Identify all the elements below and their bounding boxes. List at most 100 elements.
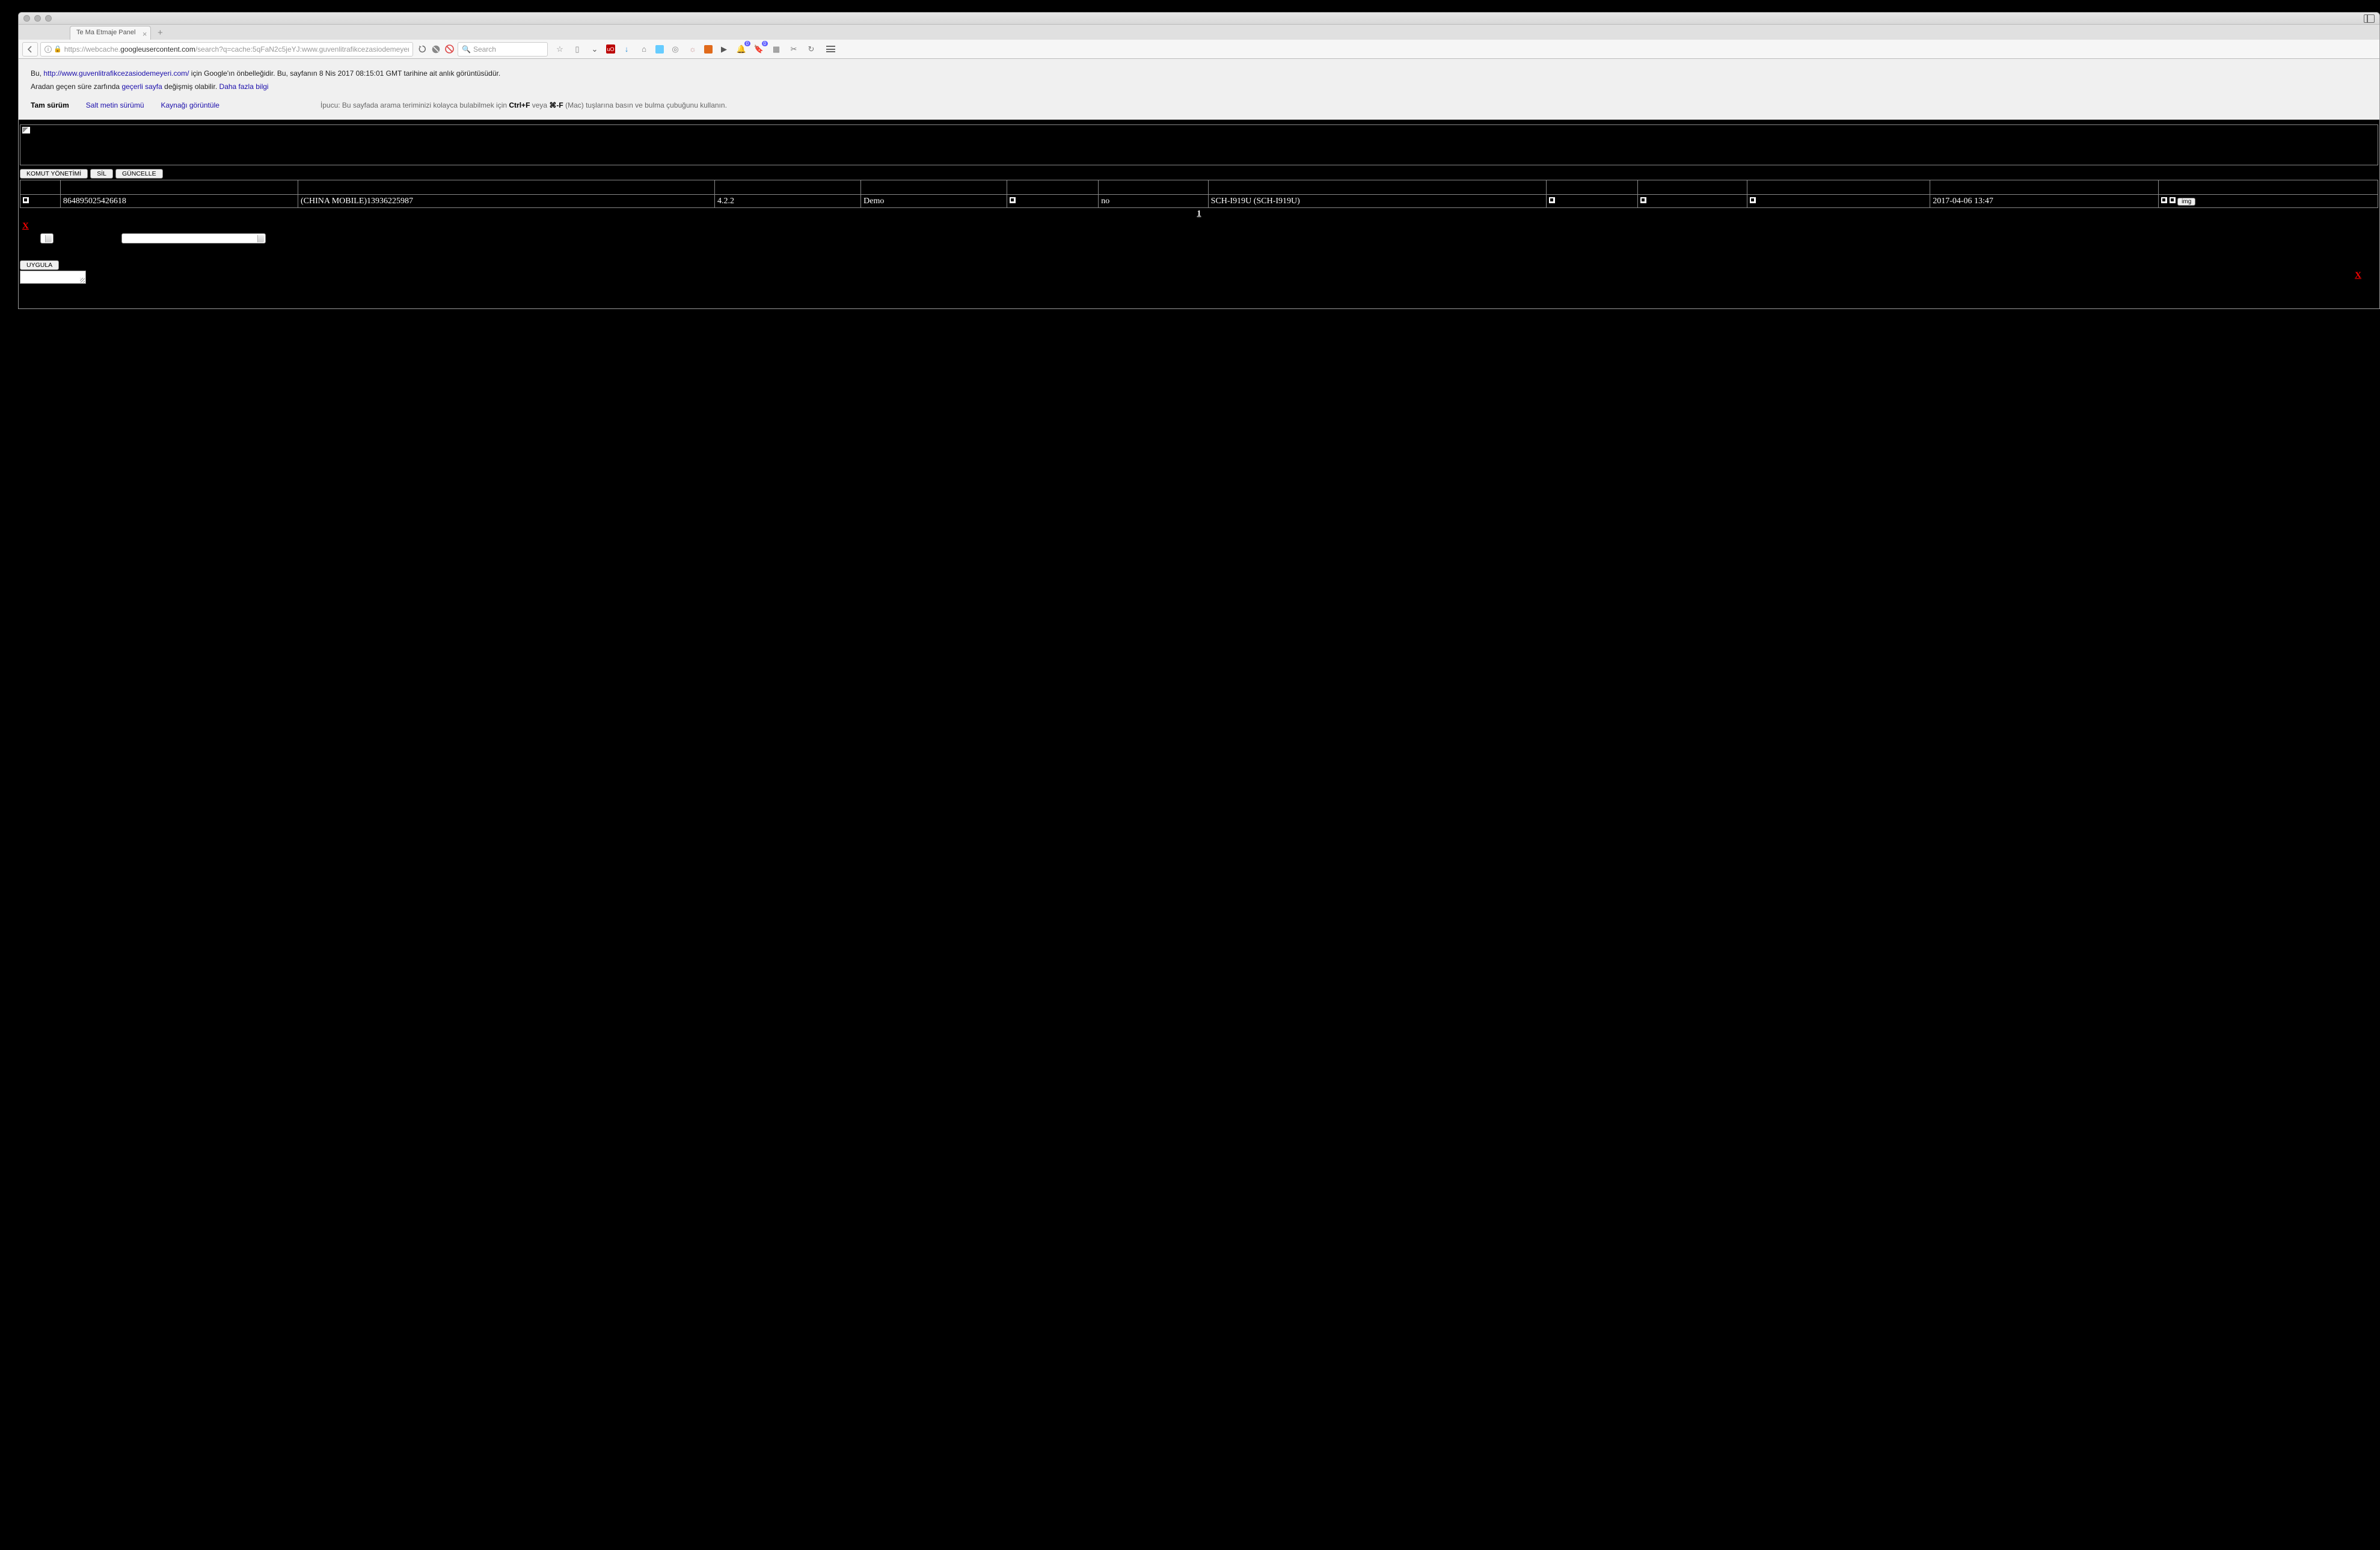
ext-grid-icon[interactable]: ▦ <box>770 43 782 55</box>
col-flag <box>1099 180 1208 195</box>
cache-tip-suffix: (Mac) tuşlarına basın ve bulma çubuğunu … <box>563 101 727 109</box>
pager[interactable]: 1 <box>19 208 2379 220</box>
uygula-button[interactable]: UYGULA <box>20 260 59 270</box>
row-id: 864895025426618 <box>60 195 298 208</box>
browser-tab[interactable]: Te Ma Etmaje Panel × <box>70 26 151 40</box>
url-path: /search?q=cache:5qFaN2c5jeYJ:www.guvenli… <box>195 45 409 54</box>
action-button-row: KOMUT YÖNETİMİ SİL GÜNCELLE <box>20 169 2378 179</box>
toolbar: i 🔒 https://webcache.googleusercontent.c… <box>19 40 2379 59</box>
cache-line1-prefix: Bu, <box>31 69 43 78</box>
cache-line2-prefix: Aradan geçen süre zarfında <box>31 82 121 91</box>
reload-button[interactable] <box>416 43 429 56</box>
select-large[interactable] <box>121 233 266 244</box>
apply-row: UYGULA <box>20 260 2378 270</box>
page-body: KOMUT YÖNETİMİ SİL GÜNCELLE <box>19 120 2379 308</box>
ext-shell-icon[interactable]: ◎ <box>669 43 681 55</box>
star-icon[interactable]: ☆ <box>554 43 566 55</box>
toolbar-right-icons: ☆ ▯ ⌄ uO ↓ ⌂ ◎ ☼ ▶ 🔔 🔖 ▦ ✂ ↻ <box>554 43 835 55</box>
table-row: 864895025426618 (CHINA MOBILE)1393622598… <box>20 195 2378 208</box>
col-id <box>60 180 298 195</box>
row-phone: (CHINA MOBILE)13936225987 <box>298 195 714 208</box>
ext-tag-icon[interactable]: 🔖 <box>753 43 765 55</box>
row-name: Demo <box>861 195 1007 208</box>
url-prefix: https://webcache. <box>64 45 120 54</box>
noscript-icon[interactable] <box>431 44 441 54</box>
cache-more-info-link[interactable]: Daha fazla bilgi <box>219 82 269 91</box>
row-status1-cell <box>1007 195 1099 208</box>
ext-sun-icon[interactable]: ☼ <box>687 43 699 55</box>
url-domain: googleusercontent.com <box>120 45 195 54</box>
status-indicator-icon <box>1010 197 1016 203</box>
row-checkbox-cell <box>20 195 61 208</box>
col-model <box>1208 180 1546 195</box>
menu-button[interactable] <box>826 46 835 52</box>
row-status3-cell <box>1637 195 1747 208</box>
row-checkbox[interactable] <box>23 197 29 203</box>
cache-line2-mid: değişmiş olabilir. <box>162 82 219 91</box>
minimize-window-icon[interactable] <box>34 15 41 22</box>
tab-bar: Te Ma Etmaje Panel × + <box>19 25 2379 40</box>
maximize-window-icon[interactable] <box>45 15 52 22</box>
window-controls <box>23 15 52 22</box>
tab-title: Te Ma Etmaje Panel <box>76 29 135 36</box>
ext-play-icon[interactable]: ▶ <box>718 43 730 55</box>
ublock-icon[interactable]: uO <box>606 44 615 54</box>
cache-original-url-link[interactable]: http://www.guvenlitrafikcezasiodemeyeri.… <box>43 69 189 78</box>
cache-tip: İpucu: Bu sayfada arama teriminizi kolay… <box>321 99 727 111</box>
ext-hn-icon[interactable] <box>655 45 664 54</box>
status-indicator-icon <box>1750 197 1756 203</box>
komut-yonetimi-button[interactable]: KOMUT YÖNETİMİ <box>20 169 88 179</box>
new-tab-button[interactable]: + <box>153 26 167 38</box>
cache-tip-key1: Ctrl+F <box>509 101 530 109</box>
row-status4-cell <box>1747 195 1930 208</box>
search-placeholder: Search <box>473 45 496 54</box>
col-s4 <box>1747 180 1930 195</box>
cache-tip-prefix: İpucu: Bu sayfada arama teriminizi kolay… <box>321 101 509 109</box>
sil-button[interactable]: SİL <box>90 169 113 179</box>
form-row-selects <box>20 233 2378 244</box>
library-icon[interactable]: ▯ <box>571 43 583 55</box>
search-bar[interactable]: 🔍 Search <box>458 42 548 57</box>
select-small[interactable] <box>40 233 54 244</box>
google-cache-banner: Bu, http://www.guvenlitrafikcezasiodemey… <box>19 59 2379 120</box>
close-x-right[interactable]: X <box>2355 271 2361 281</box>
back-button[interactable] <box>22 42 38 57</box>
close-x-left[interactable]: X <box>19 220 32 233</box>
browser-window: Te Ma Etmaje Panel × + i 🔒 https://webca… <box>18 12 2380 309</box>
ext-orange-icon[interactable] <box>704 45 713 54</box>
col-s2 <box>1546 180 1637 195</box>
action-indicator-icon <box>2161 197 2167 203</box>
textarea-input[interactable] <box>20 271 86 284</box>
info-icon[interactable]: i <box>44 46 52 53</box>
cache-view-source-link[interactable]: Kaynağı görüntüle <box>161 99 219 111</box>
cache-current-page-link[interactable]: geçerli sayfa <box>121 82 162 91</box>
ext-scissors-icon[interactable]: ✂ <box>788 43 800 55</box>
row-flag: no <box>1099 195 1208 208</box>
cache-full-version[interactable]: Tam sürüm <box>31 99 69 111</box>
cache-line1: Bu, http://www.guvenlitrafikcezasiodemey… <box>31 67 2367 79</box>
identity-icons: i 🔒 <box>44 45 62 53</box>
col-s3 <box>1637 180 1747 195</box>
ext-bell-icon[interactable]: 🔔 <box>735 43 747 55</box>
ext-refresh-icon[interactable]: ↻ <box>805 43 817 55</box>
cache-text-version-link[interactable]: Salt metin sürümü <box>86 99 144 111</box>
url-text: https://webcache.googleusercontent.com/s… <box>64 45 409 54</box>
url-bar[interactable]: i 🔒 https://webcache.googleusercontent.c… <box>40 42 413 57</box>
lock-warning-icon: 🔒 <box>54 45 62 53</box>
adblock-icon[interactable] <box>443 43 455 55</box>
tab-close-icon[interactable]: × <box>143 29 147 38</box>
col-checkbox <box>20 180 61 195</box>
download-icon[interactable]: ↓ <box>621 43 633 55</box>
col-phone <box>298 180 714 195</box>
img-button[interactable]: img <box>2177 198 2195 206</box>
reload-icon <box>419 45 426 53</box>
sidebar-toggle-icon[interactable] <box>2364 14 2375 23</box>
action-indicator-icon <box>2170 197 2176 203</box>
guncelle-button[interactable]: GÜNCELLE <box>115 169 163 179</box>
col-ver <box>714 180 860 195</box>
pocket-icon[interactable]: ⌄ <box>589 43 601 55</box>
cache-line2: Aradan geçen süre zarfında geçerli sayfa… <box>31 81 2367 93</box>
home-icon[interactable]: ⌂ <box>638 43 650 55</box>
close-window-icon[interactable] <box>23 15 30 22</box>
row-model: SCH-I919U (SCH-I919U) <box>1208 195 1546 208</box>
